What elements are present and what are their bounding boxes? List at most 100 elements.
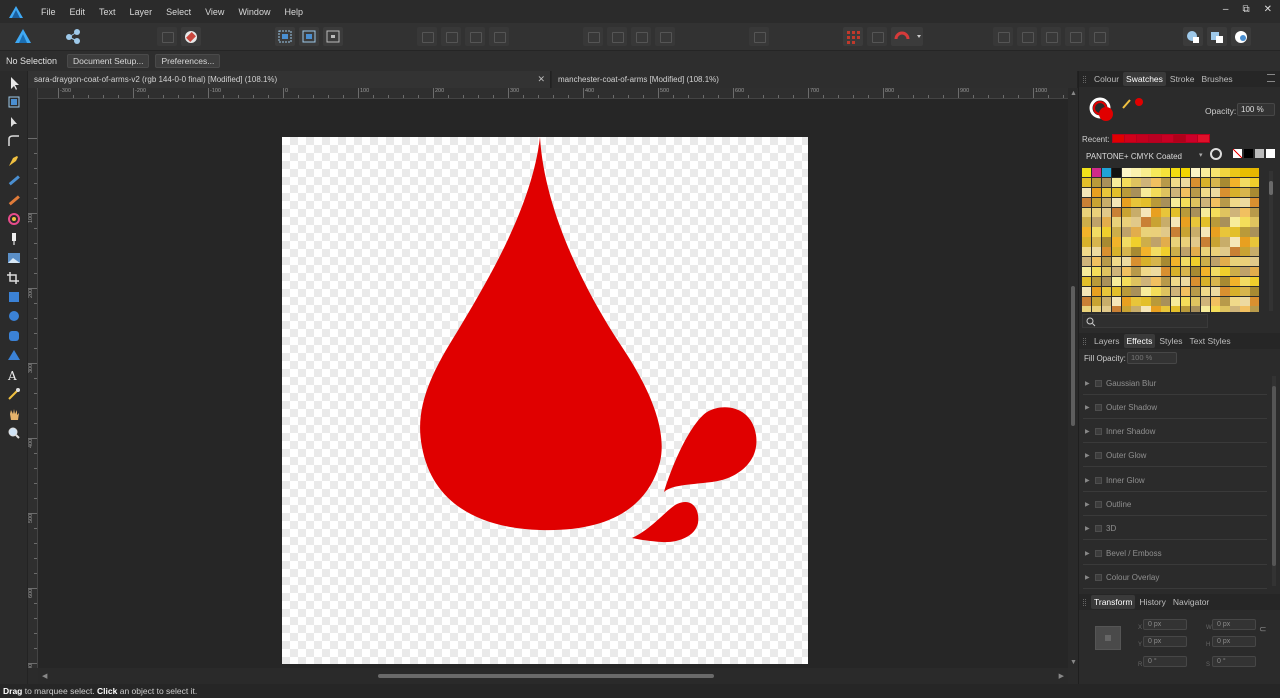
swatch-cell[interactable] bbox=[1082, 296, 1092, 306]
swatch-cell[interactable] bbox=[1111, 257, 1121, 267]
swatch-cell[interactable] bbox=[1121, 217, 1131, 227]
swatch-cell[interactable] bbox=[1210, 177, 1220, 188]
swatch-cell[interactable] bbox=[1082, 217, 1092, 227]
swatch-cell[interactable] bbox=[1151, 168, 1161, 178]
swatch-cell[interactable] bbox=[1121, 168, 1131, 178]
swatch-cell[interactable] bbox=[1200, 207, 1210, 217]
magnet-snapping-icon[interactable] bbox=[891, 27, 923, 46]
swatch-cell[interactable] bbox=[1210, 266, 1220, 277]
menu-view[interactable]: View bbox=[198, 7, 231, 17]
swatch-cell[interactable] bbox=[1131, 227, 1141, 237]
minimize-icon[interactable]: – bbox=[1223, 4, 1229, 15]
swatch-cell[interactable] bbox=[1101, 197, 1112, 207]
swatch-cell[interactable] bbox=[1250, 247, 1260, 257]
bottom-splash-shape[interactable] bbox=[632, 501, 699, 543]
swatch-cell[interactable] bbox=[1151, 217, 1161, 227]
swatch-cell[interactable] bbox=[1240, 306, 1250, 312]
swatch-cell[interactable] bbox=[1082, 257, 1092, 267]
swatch-cell[interactable] bbox=[1091, 286, 1102, 296]
none-swatch[interactable] bbox=[1233, 149, 1242, 158]
restore-icon[interactable]: ⧉ bbox=[1242, 4, 1249, 15]
swatch-cell[interactable] bbox=[1210, 237, 1220, 247]
vertical-ruler[interactable]: 100 200 300 400 500 600 700 bbox=[28, 88, 38, 668]
swatch-cell[interactable] bbox=[1101, 257, 1112, 267]
swatch-cell[interactable] bbox=[1210, 286, 1220, 296]
swatch-cell[interactable] bbox=[1230, 197, 1240, 207]
fill-stroke-selector[interactable] bbox=[1089, 97, 1117, 123]
swatch-cell[interactable] bbox=[1210, 227, 1220, 237]
tab-swatches[interactable]: Swatches bbox=[1123, 72, 1166, 86]
swatch-cell[interactable] bbox=[1190, 306, 1201, 312]
effect-checkbox[interactable] bbox=[1095, 524, 1102, 532]
swatch-cell[interactable] bbox=[1131, 306, 1141, 312]
swatch-cell[interactable] bbox=[1151, 177, 1161, 188]
boolean-divide-icon[interactable] bbox=[1089, 27, 1109, 46]
swatch-cell[interactable] bbox=[1200, 257, 1210, 267]
swatch-cell[interactable] bbox=[1190, 168, 1201, 178]
swatch-cell[interactable] bbox=[1161, 217, 1171, 227]
swatch-cell[interactable] bbox=[1151, 207, 1161, 217]
swatch-cell[interactable] bbox=[1230, 286, 1240, 296]
swatch-cell[interactable] bbox=[1101, 276, 1112, 287]
ellipse-tool-icon[interactable] bbox=[5, 308, 23, 324]
swatch-cell[interactable] bbox=[1200, 306, 1210, 312]
artboard[interactable] bbox=[282, 137, 808, 664]
swatch-cell[interactable] bbox=[1091, 276, 1102, 287]
swatch-cell[interactable] bbox=[1141, 177, 1151, 188]
swatch-cell[interactable] bbox=[1111, 217, 1121, 227]
boolean-add-icon[interactable] bbox=[993, 27, 1013, 46]
swatch-cell[interactable] bbox=[1230, 168, 1240, 178]
swatch-cell[interactable] bbox=[1180, 296, 1191, 306]
swatch-cell[interactable] bbox=[1091, 257, 1102, 267]
swatch-cell[interactable] bbox=[1111, 207, 1121, 217]
swatch-cell[interactable] bbox=[1111, 247, 1121, 257]
palette-select[interactable]: PANTONE+ CMYK Coated bbox=[1086, 151, 1206, 163]
swatch-cell[interactable] bbox=[1200, 247, 1210, 257]
swatch-cell[interactable] bbox=[1171, 187, 1181, 198]
tab-text-styles[interactable]: Text Styles bbox=[1187, 334, 1234, 348]
swatch-cell[interactable] bbox=[1180, 257, 1191, 267]
swatch-cell[interactable] bbox=[1200, 266, 1210, 277]
swatch-cell[interactable] bbox=[1091, 168, 1102, 178]
align-geometry-icon[interactable] bbox=[299, 27, 319, 46]
swatch-cell[interactable] bbox=[1200, 187, 1210, 198]
swatch-cell[interactable] bbox=[1180, 306, 1191, 312]
expand-icon[interactable]: ▶ bbox=[1085, 380, 1095, 387]
artboard-tool-icon[interactable] bbox=[5, 94, 23, 110]
swatch-cell[interactable] bbox=[1250, 187, 1260, 198]
effect-outer-glow[interactable]: ▶ Outer Glow bbox=[1083, 444, 1267, 467]
swatch-cell[interactable] bbox=[1121, 266, 1131, 277]
swatch-cell[interactable] bbox=[1141, 266, 1151, 277]
tab-transform[interactable]: Transform bbox=[1091, 595, 1136, 609]
swatch-cell[interactable] bbox=[1171, 217, 1181, 227]
swatch-cell[interactable] bbox=[1240, 237, 1250, 247]
shear-field[interactable]: 0 ° bbox=[1212, 656, 1256, 667]
swatch-cell[interactable] bbox=[1101, 306, 1112, 312]
swatch-cell[interactable] bbox=[1082, 286, 1092, 296]
swatch-cell[interactable] bbox=[1220, 177, 1230, 188]
swatch-cell[interactable] bbox=[1220, 306, 1230, 312]
swatch-cell[interactable] bbox=[1082, 197, 1092, 207]
swatch-cell[interactable] bbox=[1240, 177, 1250, 188]
swatch-cell[interactable] bbox=[1180, 266, 1191, 277]
swatch-cell[interactable] bbox=[1240, 247, 1250, 257]
swatch-cell[interactable] bbox=[1230, 266, 1240, 277]
preferences-button[interactable]: Preferences... bbox=[155, 54, 221, 68]
place-image-tool-icon[interactable] bbox=[5, 250, 23, 266]
mode-behind-icon[interactable] bbox=[1207, 27, 1227, 46]
swatch-cell[interactable] bbox=[1121, 197, 1131, 207]
swatch-cell[interactable] bbox=[1101, 168, 1112, 178]
vertical-scroll-thumb[interactable] bbox=[1071, 286, 1075, 426]
swatch-cell[interactable] bbox=[1141, 207, 1151, 217]
swatch-cell[interactable] bbox=[1220, 296, 1230, 306]
swatch-cell[interactable] bbox=[1131, 177, 1141, 188]
swatch-cell[interactable] bbox=[1131, 276, 1141, 287]
swatch-cell[interactable] bbox=[1141, 237, 1151, 247]
horizontal-ruler[interactable]: -300 -200 -100 0 100 200 300 400 500 600 700 800 900… bbox=[38, 88, 1068, 99]
pencil-tool-icon[interactable] bbox=[5, 172, 23, 188]
mode-isolated-icon[interactable] bbox=[1183, 27, 1203, 46]
snapping-grid-icon[interactable] bbox=[843, 27, 863, 46]
swatch-cell[interactable] bbox=[1111, 306, 1121, 312]
swatch-cell[interactable] bbox=[1161, 276, 1171, 287]
effect-outline[interactable]: ▶ Outline bbox=[1083, 493, 1267, 516]
